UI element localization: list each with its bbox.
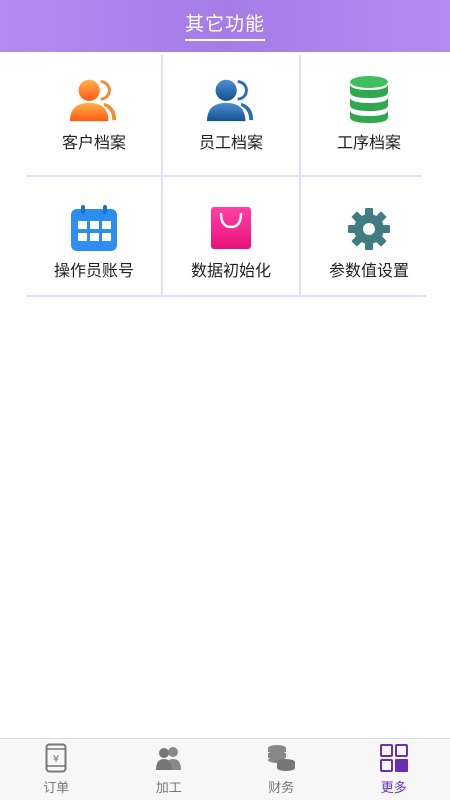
bottom-tab-bar: ¥ 订单 加工 财务 更多	[0, 738, 450, 800]
grid-divider	[26, 295, 426, 297]
grid-item-employee-archive[interactable]: 员工档案	[163, 55, 299, 173]
svg-text:¥: ¥	[53, 754, 59, 765]
tab-processing[interactable]: 加工	[113, 739, 226, 800]
grid-item-customer-archive[interactable]: 客户档案	[26, 55, 162, 173]
header-bar: 其它功能	[0, 0, 450, 52]
app-screen: 其它功能 客户档案 员工档案 工序档案 操作员账号 数据初始化 参数值设置 ¥ …	[0, 0, 450, 800]
tab-label: 更多	[380, 781, 407, 796]
customers-icon	[68, 75, 120, 123]
employees-icon	[205, 75, 257, 123]
function-grid: 客户档案 员工档案 工序档案 操作员账号 数据初始化 参数值设置	[26, 55, 426, 297]
grid-item-label: 参数值设置	[328, 261, 409, 280]
tab-more[interactable]: 更多	[338, 739, 450, 800]
page-title: 其它功能	[184, 12, 265, 41]
gear-icon	[343, 203, 395, 251]
phone-yen-icon: ¥	[41, 743, 71, 773]
calendar-icon	[68, 203, 120, 251]
grid-item-label: 员工档案	[198, 133, 263, 152]
grid-item-label: 数据初始化	[190, 261, 271, 280]
shopping-bag-icon	[205, 203, 257, 251]
tab-label: 加工	[155, 781, 182, 796]
grid-item-process-archive[interactable]: 工序档案	[301, 55, 437, 173]
more-grid-icon	[379, 743, 409, 773]
grid-item-data-init[interactable]: 数据初始化	[163, 177, 299, 295]
grid-item-label: 操作员账号	[53, 261, 134, 280]
tab-label: 订单	[43, 781, 70, 796]
tab-finance[interactable]: 财务	[225, 739, 338, 800]
grid-item-label: 工序档案	[336, 133, 401, 152]
grid-item-parameter-settings[interactable]: 参数值设置	[301, 177, 437, 295]
people-icon	[154, 743, 184, 773]
grid-item-operator-account[interactable]: 操作员账号	[26, 177, 162, 295]
grid-item-label: 客户档案	[61, 133, 126, 152]
tab-label: 财务	[268, 781, 295, 796]
tab-orders[interactable]: ¥ 订单	[0, 739, 113, 800]
database-icon	[343, 75, 395, 123]
coins-icon	[266, 743, 296, 773]
